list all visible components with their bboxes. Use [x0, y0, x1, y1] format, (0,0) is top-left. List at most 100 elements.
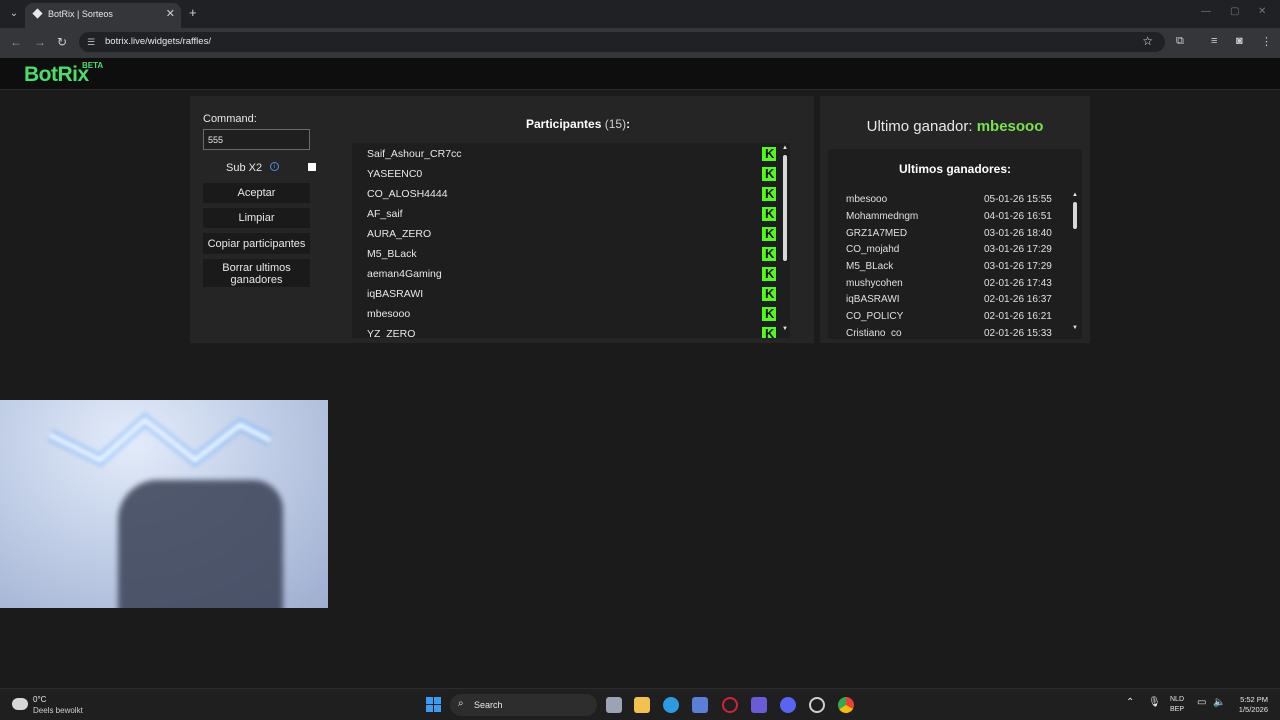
delete-last-winners-button[interactable]: Borrar ultimos ganadores [203, 259, 310, 287]
chrome-icon[interactable] [838, 697, 854, 713]
botrix-logo[interactable]: BotRix [24, 63, 89, 87]
site-info-icon[interactable]: ☰ [87, 37, 97, 47]
tray-overflow-chevron-icon[interactable]: ⌃ [1126, 697, 1134, 708]
scroll-up-arrow-icon[interactable]: ▲ [1072, 192, 1078, 198]
scrollbar-thumb[interactable] [1073, 202, 1077, 229]
file-explorer-icon[interactable] [634, 697, 650, 713]
command-input[interactable] [203, 129, 310, 150]
participant-name: M5_BLack [367, 248, 417, 260]
participant-name: iqBASRAWI [367, 288, 424, 300]
winner-name: mbesooo [846, 194, 888, 205]
clear-button[interactable]: Limpiar [203, 208, 310, 228]
maximize-window-icon[interactable]: ▢ [1230, 6, 1239, 17]
winner-row: M5_BLack 03-01-26 17:29 [846, 261, 1066, 277]
participants-list[interactable]: Saif_Ashour_CR7cc K YASEENC0 K CO_ALOSH444… [352, 143, 790, 338]
winner-name: Cristiano_co [846, 328, 902, 336]
accept-button[interactable]: Aceptar [203, 183, 310, 203]
close-window-icon[interactable]: ✕ [1258, 6, 1266, 17]
winner-row: GRZ1A7MED 03-01-26 18:40 [846, 228, 1066, 244]
windows-start-icon[interactable] [426, 697, 442, 713]
kick-platform-icon: K [762, 306, 776, 321]
taskbar-search[interactable]: ⌕ Search [450, 694, 597, 716]
system-clock[interactable]: 5:52 PM 1/5/2026 [1232, 695, 1268, 715]
weather-temperature[interactable]: 0°C [33, 695, 46, 704]
participant-name: YASEENC0 [367, 168, 423, 180]
discord-icon[interactable] [780, 697, 796, 713]
url-text[interactable]: botrix.live/widgets/raffles/ [105, 36, 211, 47]
winner-date: 02-01-26 16:37 [984, 294, 1052, 305]
edge-browser-icon[interactable] [663, 697, 679, 713]
network-icon[interactable]: ▭ [1197, 697, 1206, 708]
last-winner-name: mbesooo [976, 118, 1044, 135]
raffle-panel: Command: Sub X2 i Aceptar Limpiar Copiar… [190, 96, 814, 343]
site-header: BotRix BETA [0, 58, 1280, 90]
kick-platform-icon: K [762, 286, 776, 301]
input-language-indicator[interactable]: NLD BEP [1170, 695, 1184, 715]
tab-title: BotRix | Sorteos [48, 9, 113, 19]
beta-badge: BETA [82, 61, 104, 70]
tab-search-chevron-icon[interactable]: ⌄ [6, 6, 22, 22]
kick-platform-icon: K [762, 146, 776, 161]
winner-row: mbesooo 05-01-26 15:55 [846, 194, 1066, 210]
close-tab-icon[interactable]: ✕ [166, 7, 175, 20]
media-controls-icon[interactable]: ≡ [1211, 35, 1217, 47]
microphone-icon[interactable]: 🎙 [1148, 697, 1161, 708]
info-icon[interactable]: i [270, 162, 279, 171]
volume-icon[interactable]: 🔈 [1213, 697, 1225, 708]
more-menu-icon[interactable]: ⋮ [1261, 35, 1272, 48]
task-view-icon[interactable] [606, 697, 622, 713]
winner-date: 02-01-26 15:33 [984, 328, 1052, 336]
minimize-window-icon[interactable]: — [1201, 6, 1211, 17]
winner-date: 02-01-26 17:43 [984, 278, 1052, 289]
bookmark-star-icon[interactable]: ☆ [1142, 34, 1153, 48]
stream-app-icon[interactable] [751, 697, 767, 713]
last-winner-heading: Ultimo ganador: mbesooo [820, 118, 1090, 135]
led-light-strip [47, 412, 273, 468]
winner-row: Mohammedngm 04-01-26 16:51 [846, 211, 1066, 227]
copy-participants-button[interactable]: Copiar participantes [203, 233, 310, 254]
participant-row: Saif_Ashour_CR7cc K [352, 144, 780, 164]
winner-name: iqBASRAWI [846, 294, 900, 305]
extensions-icon[interactable]: ⧉ [1176, 35, 1184, 48]
winner-name: CO_POLICY [846, 311, 904, 322]
botrix-favicon-icon [32, 8, 43, 19]
participant-row: mbesooo K [352, 304, 780, 324]
participant-row: iqBASRAWI K [352, 284, 780, 304]
kick-platform-icon: K [762, 226, 776, 241]
kick-platform-icon: K [762, 206, 776, 221]
last-winners-list[interactable]: mbesooo 05-01-26 15:55 Mohammedngm 04-01-2… [838, 192, 1082, 336]
weather-cloud-icon[interactable] [12, 698, 28, 710]
new-tab-button[interactable]: + [189, 6, 197, 20]
winner-row: CO_POLICY 02-01-26 16:21 [846, 311, 1066, 327]
winner-date: 03-01-26 17:29 [984, 261, 1052, 272]
scroll-down-arrow-icon[interactable]: ▼ [782, 326, 788, 332]
participant-name: YZ_ZERO [367, 328, 416, 338]
winner-name: M5_BLack [846, 261, 894, 272]
last-winners-title: Ultimos ganadores: [898, 162, 1012, 176]
participants-title-colon: : [626, 117, 631, 131]
scroll-up-arrow-icon[interactable]: ▲ [782, 145, 788, 151]
profile-icon[interactable]: ◙ [1236, 35, 1243, 47]
winners-scrollbar[interactable]: ▲ ▼ [1070, 192, 1080, 336]
address-bar[interactable]: ☰ botrix.live/widgets/raffles/ ☆ [79, 32, 1165, 52]
opera-gx-icon[interactable] [722, 697, 738, 713]
weather-description[interactable]: Deels bewolkt [33, 706, 83, 715]
winners-panel: Ultimo ganador: mbesooo Ultimos ganadore… [820, 96, 1090, 343]
scrollbar-thumb[interactable] [783, 155, 787, 261]
microsoft-store-icon[interactable] [692, 697, 708, 713]
participant-name: mbesooo [367, 308, 411, 320]
back-arrow-icon[interactable]: ← [10, 35, 22, 49]
browser-tab[interactable]: BotRix | Sorteos ✕ [25, 3, 181, 28]
scroll-down-arrow-icon[interactable]: ▼ [1072, 325, 1078, 331]
participants-title: Participantes (15): [526, 117, 630, 131]
participant-name: aeman4Gaming [367, 268, 442, 280]
windows-taskbar: 0°C Deels bewolkt ⌕ Search ⌃ 🎙 NLD BEP ▭… [0, 688, 1280, 720]
participants-scrollbar[interactable]: ▲ ▼ [780, 143, 790, 338]
steam-icon[interactable] [809, 697, 825, 713]
forward-arrow-icon[interactable]: → [34, 35, 46, 49]
delete-winners-label-line2: ganadores [230, 274, 283, 286]
sub-x2-checkbox[interactable] [308, 163, 316, 171]
clock-date: 1/5/2026 [1238, 705, 1268, 714]
reload-icon[interactable]: ↻ [57, 35, 67, 49]
participant-name: Saif_Ashour_CR7cc [367, 148, 462, 160]
